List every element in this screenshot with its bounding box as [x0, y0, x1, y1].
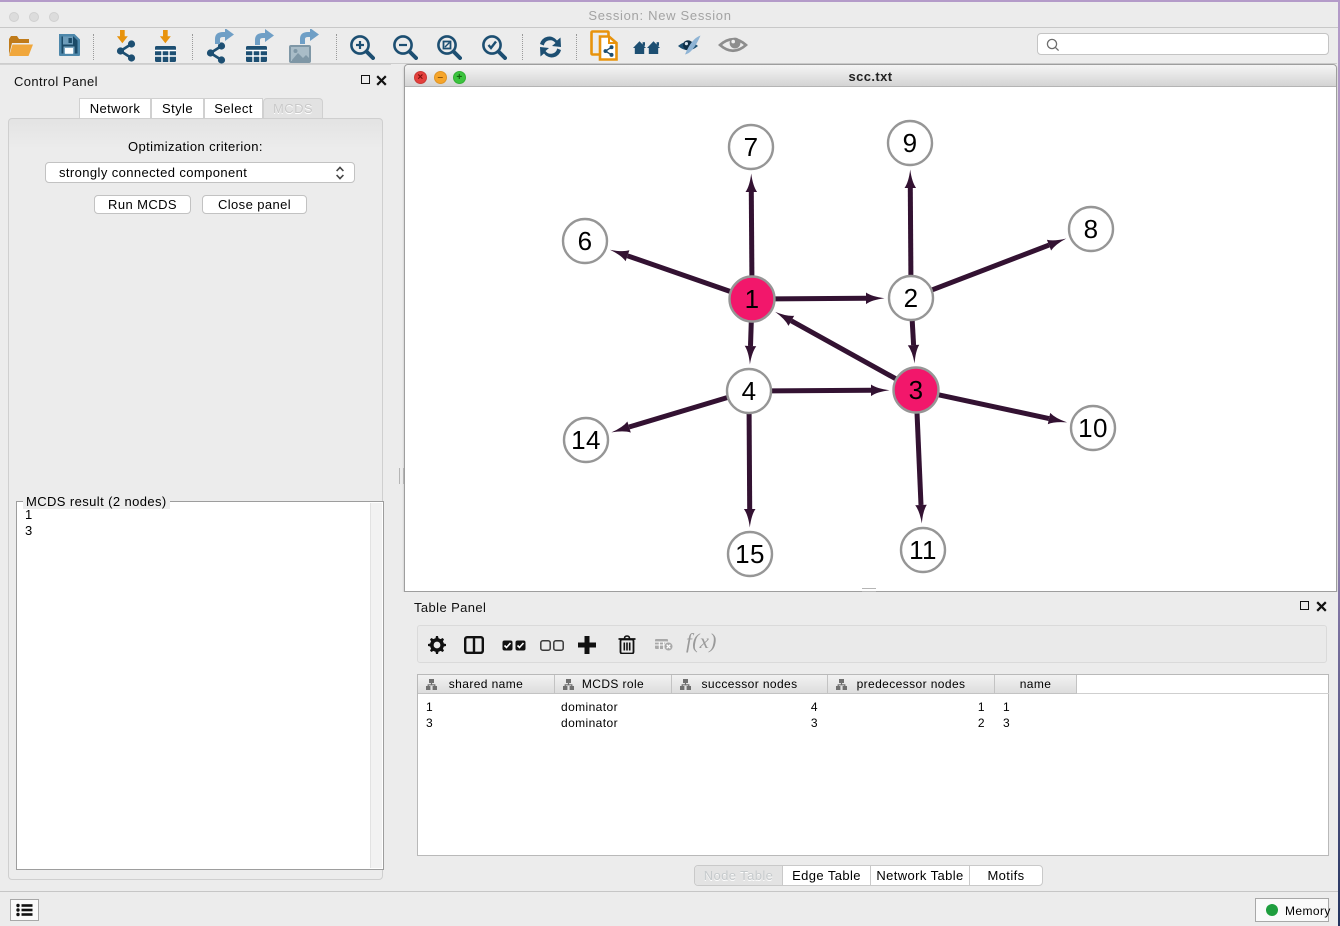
svg-text:8: 8 — [1084, 214, 1099, 244]
svg-text:4: 4 — [742, 376, 757, 406]
svg-text:1: 1 — [745, 284, 760, 314]
svg-text:9: 9 — [903, 128, 918, 158]
svg-text:2: 2 — [904, 283, 919, 313]
svg-text:6: 6 — [578, 226, 593, 256]
svg-text:3: 3 — [909, 375, 924, 405]
svg-text:11: 11 — [909, 535, 937, 565]
svg-text:15: 15 — [735, 539, 765, 569]
svg-text:7: 7 — [744, 132, 759, 162]
svg-text:14: 14 — [571, 425, 601, 455]
svg-text:10: 10 — [1078, 413, 1108, 443]
